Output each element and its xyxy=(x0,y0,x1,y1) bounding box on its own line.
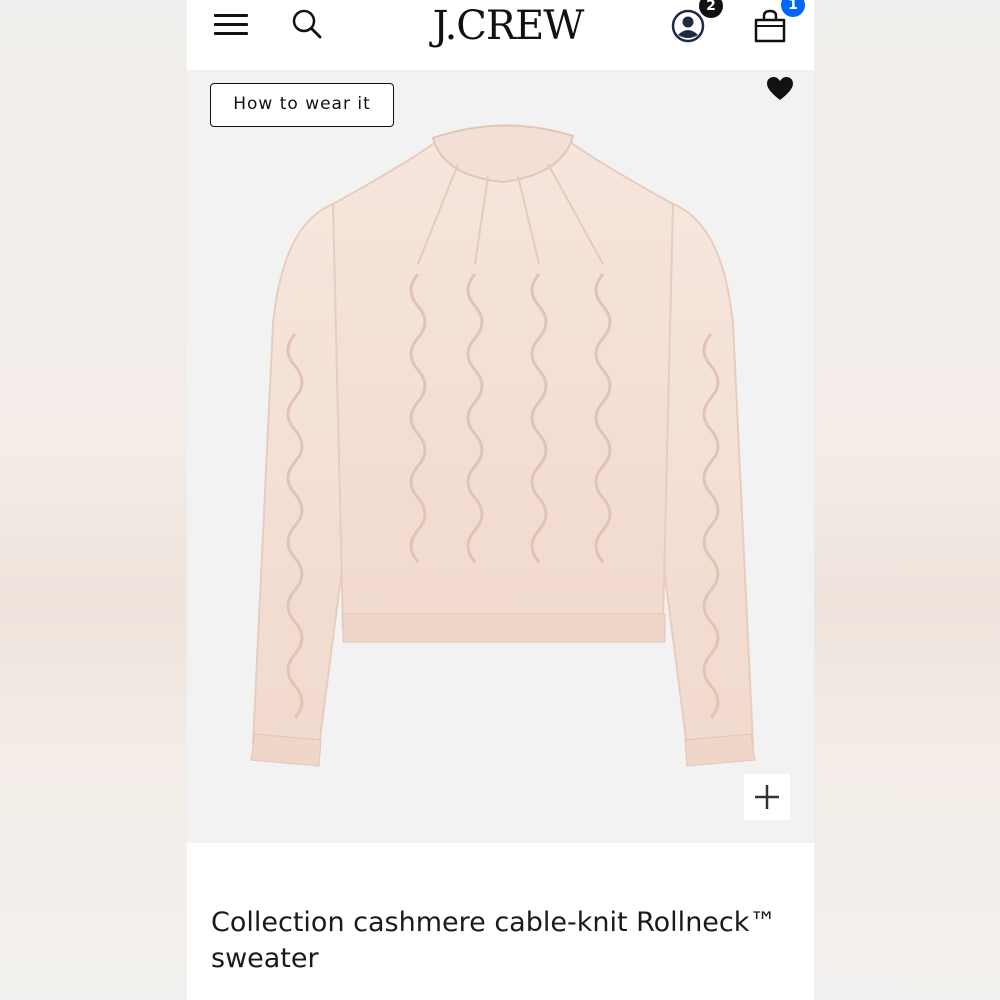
bag-badge: 1 xyxy=(781,0,805,17)
account-badge: 2 xyxy=(699,0,723,18)
how-to-wear-button[interactable]: How to wear it xyxy=(210,83,394,127)
search-icon[interactable] xyxy=(291,8,323,40)
heart-icon[interactable] xyxy=(766,76,794,102)
backdrop-right xyxy=(814,0,1000,1000)
plus-icon xyxy=(755,785,779,809)
backdrop-left xyxy=(0,0,187,1000)
product-image-area: How to wear it xyxy=(187,70,814,843)
zoom-button[interactable] xyxy=(744,774,790,820)
product-page: J.CREW 2 1 How to wear it Collection cas… xyxy=(187,0,814,1000)
top-nav-bar: J.CREW 2 1 xyxy=(187,0,814,70)
product-title: Collection cashmere cable-knit Rollneck™… xyxy=(211,907,777,974)
product-image xyxy=(250,124,756,767)
bag-icon[interactable] xyxy=(753,8,787,44)
brand-logo[interactable]: J.CREW xyxy=(423,2,593,50)
menu-icon[interactable] xyxy=(214,12,248,38)
